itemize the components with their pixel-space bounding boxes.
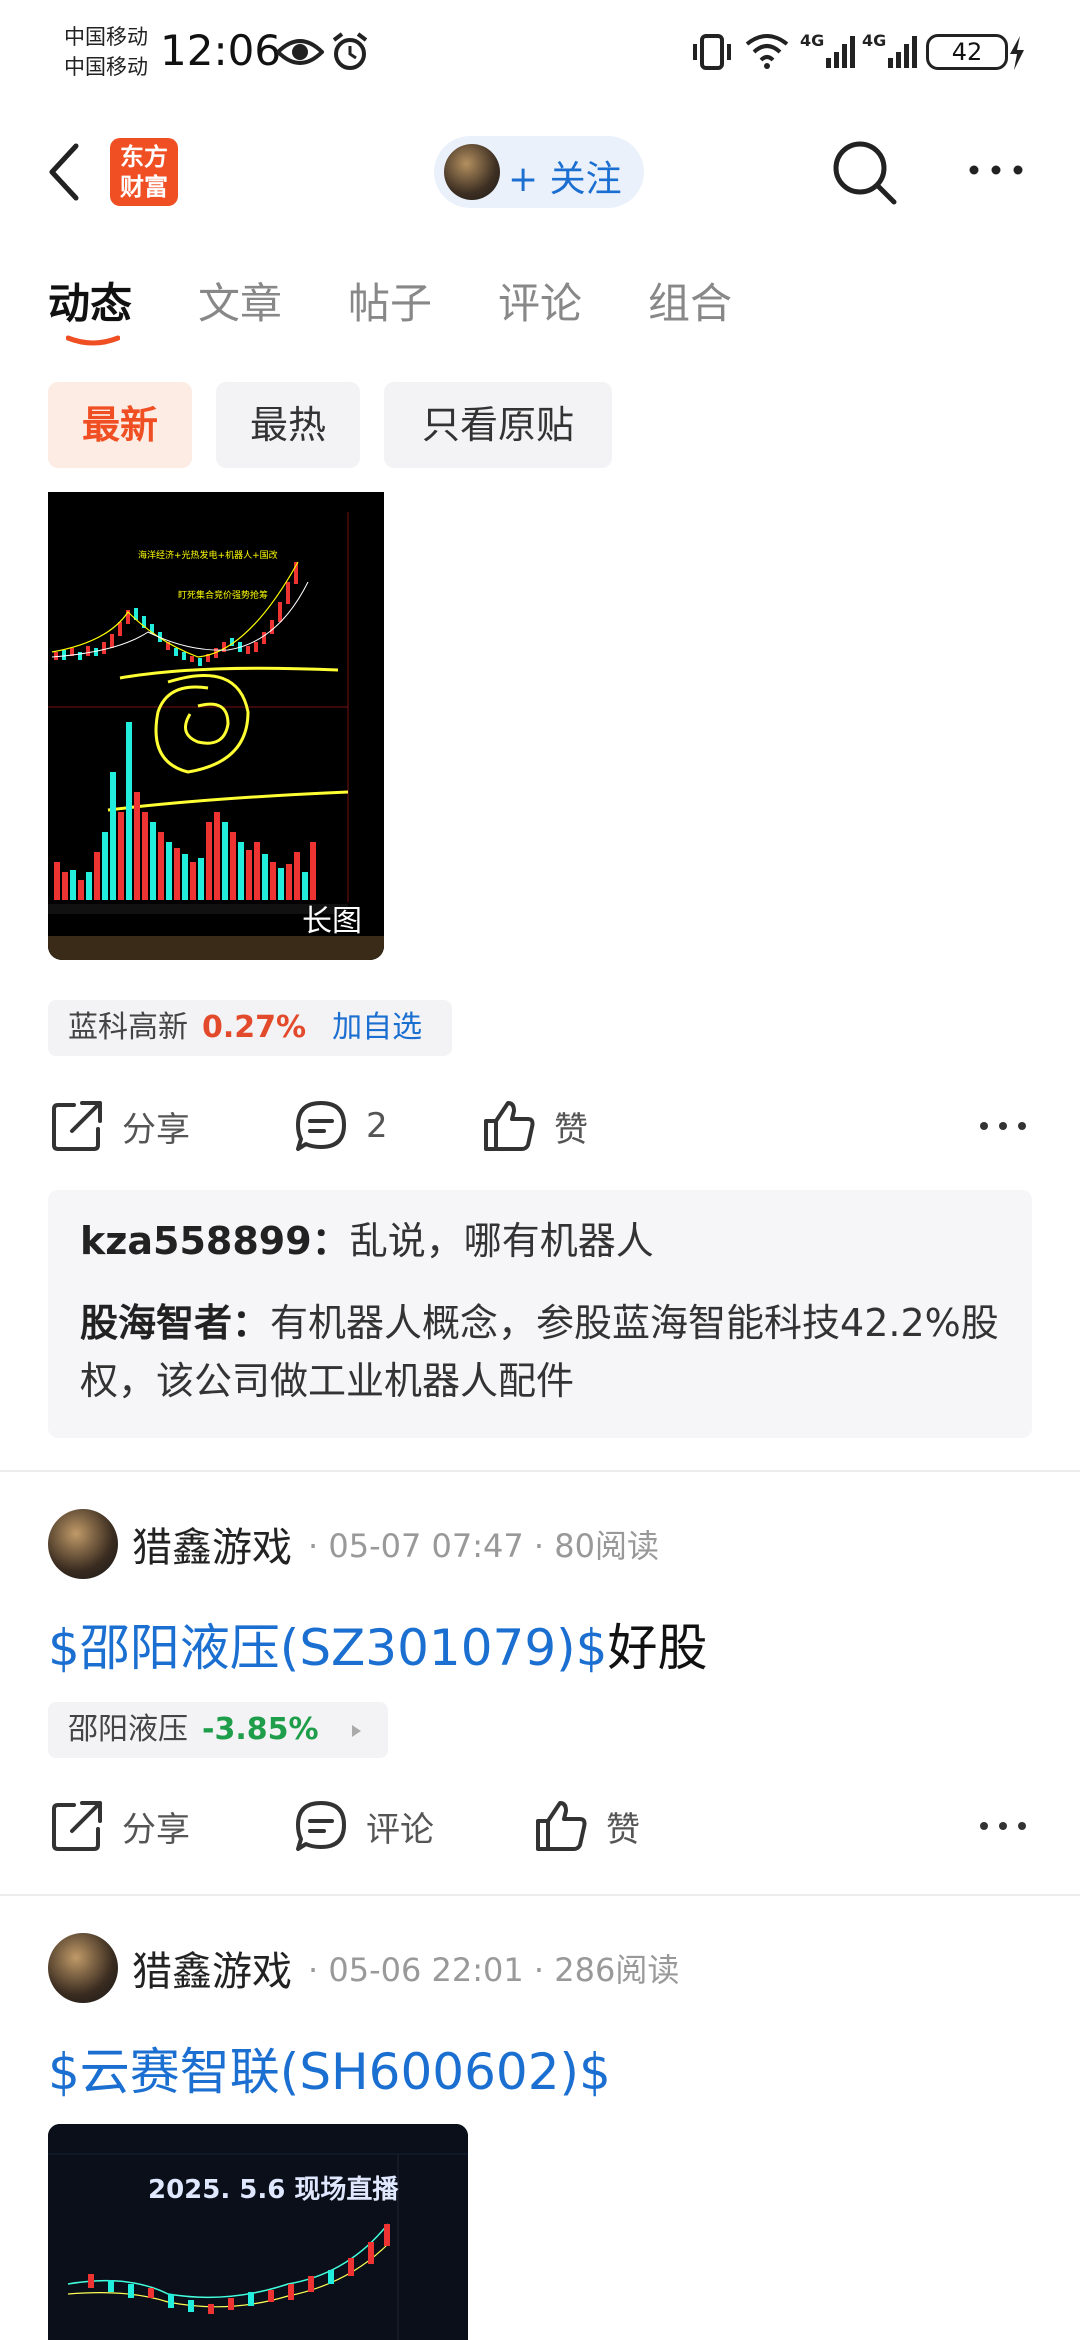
carrier-1: 中国移动 xyxy=(64,25,148,49)
back-icon[interactable] xyxy=(44,140,84,204)
comment-user[interactable]: 股海智者 xyxy=(80,1301,232,1345)
comment-user[interactable]: kza558899 xyxy=(80,1219,312,1263)
stock-name: 邵阳液压 xyxy=(68,1712,188,1747)
stock-link[interactable]: $云赛智联(SH600602)$ xyxy=(48,2043,611,2101)
logo-line-2: 财富 xyxy=(120,173,168,201)
svg-text:4G: 4G xyxy=(800,31,824,50)
post-header: 猎鑫游戏 · 05-07 07:47 · 80阅读 xyxy=(48,1508,659,1580)
post-header: 猎鑫游戏 · 05-06 22:01 · 286阅读 xyxy=(48,1932,679,2004)
post-actions: 分享 2 赞 xyxy=(48,1086,1032,1166)
post-title-text: 好股 xyxy=(607,1619,708,1677)
alarm-icon xyxy=(332,32,368,70)
search-icon[interactable] xyxy=(830,138,900,208)
image-date-text: 2025. 5.6 现场直播 xyxy=(148,2175,399,2205)
tab-active-indicator xyxy=(66,335,120,346)
post-title[interactable]: $邵阳液压(SZ301079)$好股 xyxy=(48,1608,708,1680)
divider xyxy=(0,1470,1080,1472)
clock: 12:06 xyxy=(160,26,282,75)
follow-button[interactable]: + 关注 xyxy=(434,136,644,208)
thumbs-up-icon xyxy=(536,1801,587,1851)
filter-original-only[interactable]: 只看原贴 xyxy=(384,382,612,468)
signal-4g-icon-2: 4G xyxy=(862,31,917,68)
vibrate-icon xyxy=(693,34,731,70)
candlestick-chart-image: 2025. 5.6 现场直播 xyxy=(48,2124,468,2340)
charging-icon xyxy=(1010,36,1024,70)
share-icon xyxy=(52,1101,102,1151)
stock-name: 蓝科高新 xyxy=(68,1010,188,1045)
filter-hot[interactable]: 最热 xyxy=(216,382,360,468)
comment-text: 乱说，哪有机器人 xyxy=(349,1219,654,1263)
share-button[interactable]: 分享 xyxy=(48,1086,190,1166)
logo-line-1: 东方 xyxy=(120,143,168,171)
eye-icon xyxy=(276,39,324,65)
post-title[interactable]: $云赛智联(SH600602)$ xyxy=(48,2032,611,2104)
status-bar: 中国移动 中国移动 12:06 4G 4G 42 xyxy=(0,0,1080,110)
carrier-2: 中国移动 xyxy=(64,55,148,79)
like-label: 赞 xyxy=(554,1109,588,1150)
comment-count: 2 xyxy=(366,1106,388,1146)
svg-text:4G: 4G xyxy=(862,31,886,50)
tab-dynamic[interactable]: 动态 xyxy=(48,270,132,331)
more-options-icon[interactable] xyxy=(978,1116,1028,1136)
comment-icon xyxy=(296,1101,346,1151)
post-meta: · 05-07 07:47 · 80阅读 xyxy=(308,1527,659,1565)
comment-preview[interactable]: kza558899：乱说，哪有机器人 股海智者：有机器人概念，参股蓝海智能科技4… xyxy=(48,1190,1032,1438)
comment-icon xyxy=(296,1801,346,1851)
tab-posts[interactable]: 帖子 xyxy=(348,270,432,331)
post-author[interactable]: 猎鑫游戏 xyxy=(132,1939,292,1997)
comment-label: 评论 xyxy=(366,1809,434,1850)
comment-button[interactable]: 2 xyxy=(292,1086,388,1166)
comment-button[interactable]: 评论 xyxy=(292,1786,434,1866)
share-label: 分享 xyxy=(122,1109,190,1150)
post-image[interactable]: 2025. 5.6 现场直播 xyxy=(48,2124,468,2340)
tab-comments[interactable]: 评论 xyxy=(498,270,582,331)
more-options-icon[interactable] xyxy=(978,1816,1028,1836)
stock-change: -3.85% xyxy=(202,1712,319,1747)
comment-item: 股海智者：有机器人概念，参股蓝海智能科技42.2%股权，该公司做工业机器人配件 xyxy=(80,1301,999,1403)
stock-tag[interactable]: 邵阳液压 -3.85% xyxy=(48,1702,388,1758)
follow-label: + 关注 xyxy=(508,159,622,200)
post-author[interactable]: 猎鑫游戏 xyxy=(132,1515,292,1573)
app-logo: 东方 财富 xyxy=(110,138,178,206)
stock-change: 0.27% xyxy=(202,1010,307,1045)
wifi-icon xyxy=(745,34,789,69)
battery-indicator: 42 xyxy=(926,34,1008,70)
like-label: 赞 xyxy=(606,1809,640,1850)
avatar xyxy=(444,144,500,200)
avatar[interactable] xyxy=(48,1509,118,1579)
candlestick-chart-image: 海洋经济+光热发电+机器人+国改 盯死集合竞价强势抢筹 xyxy=(48,492,384,960)
share-icon xyxy=(52,1801,102,1851)
share-label: 分享 xyxy=(122,1809,190,1850)
play-arrow-icon xyxy=(352,1724,362,1737)
more-icon[interactable] xyxy=(966,160,1026,180)
tab-articles[interactable]: 文章 xyxy=(198,270,282,331)
filter-latest[interactable]: 最新 xyxy=(48,382,192,468)
image-caption-1: 海洋经济+光热发电+机器人+国改 xyxy=(138,549,278,561)
thumbs-up-icon xyxy=(484,1101,535,1151)
stock-tag[interactable]: 蓝科高新 0.27% 加自选 xyxy=(48,1000,452,1056)
like-button[interactable]: 赞 xyxy=(532,1786,640,1866)
post-meta: · 05-06 22:01 · 286阅读 xyxy=(308,1951,680,1989)
tab-portfolio[interactable]: 组合 xyxy=(648,270,732,331)
share-button[interactable]: 分享 xyxy=(48,1786,190,1866)
post-image[interactable]: 海洋经济+光热发电+机器人+国改 盯死集合竞价强势抢筹 长图 xyxy=(48,492,384,960)
avatar[interactable] xyxy=(48,1933,118,2003)
image-caption-2: 盯死集合竞价强势抢筹 xyxy=(178,589,268,601)
post-actions: 分享 评论 赞 xyxy=(48,1786,1032,1866)
image-badge: 长图 xyxy=(302,904,362,939)
add-to-watchlist-button[interactable]: 加自选 xyxy=(332,1010,422,1045)
divider xyxy=(0,1894,1080,1896)
stock-link[interactable]: $邵阳液压(SZ301079)$ xyxy=(48,1619,608,1677)
like-button[interactable]: 赞 xyxy=(480,1086,588,1166)
signal-4g-icon-1: 4G xyxy=(800,31,855,68)
carrier-labels: 中国移动 中国移动 xyxy=(64,22,148,82)
comment-item: kza558899：乱说，哪有机器人 xyxy=(80,1219,654,1263)
